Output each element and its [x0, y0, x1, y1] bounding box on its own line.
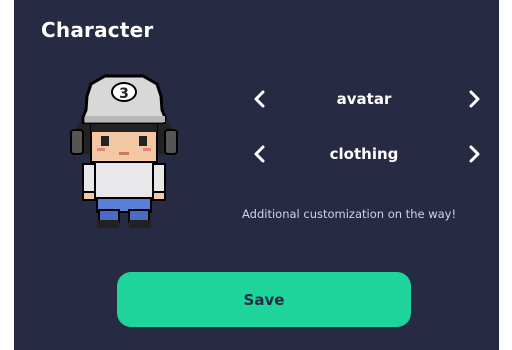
- chevron-left-icon: [254, 90, 265, 108]
- chevron-right-icon: [469, 145, 480, 163]
- chevron-right-icon: [469, 90, 480, 108]
- character-avatar-preview: 3: [70, 74, 178, 228]
- customization-note: Additional customization on the way!: [242, 207, 457, 221]
- save-button[interactable]: Save: [117, 272, 411, 327]
- panel-title: Character: [41, 18, 154, 42]
- character-panel: Character 3 avatar clothing Additional c…: [14, 0, 499, 350]
- avatar-prev-button[interactable]: [245, 84, 275, 114]
- clothing-option-label: clothing: [329, 145, 399, 163]
- avatar-option-label: avatar: [336, 90, 392, 108]
- cap-badge: 3: [119, 86, 129, 102]
- avatar-selector: avatar: [239, 84, 489, 114]
- chevron-left-icon: [254, 145, 265, 163]
- clothing-next-button[interactable]: [459, 139, 489, 169]
- clothing-selector: clothing: [239, 139, 489, 169]
- avatar-next-button[interactable]: [459, 84, 489, 114]
- clothing-prev-button[interactable]: [245, 139, 275, 169]
